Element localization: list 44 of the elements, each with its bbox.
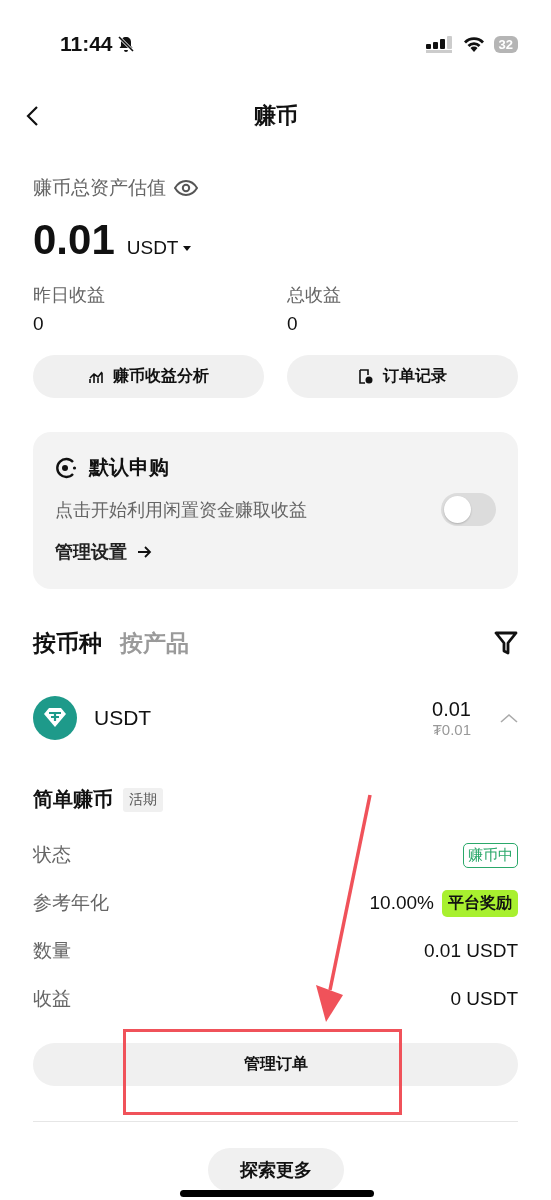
coin-name: USDT <box>94 706 152 730</box>
tab[interactable]: 按币种 <box>33 627 102 659</box>
row-label: 数量 <box>33 939 71 963</box>
stat-value: 0 <box>33 313 45 335</box>
stat-label: 总收益 <box>287 284 342 307</box>
page-title: 赚币 <box>253 102 298 130</box>
status-time: 11:44 <box>60 32 113 56</box>
bell-slash-icon <box>116 35 135 53</box>
eye-icon[interactable] <box>174 180 198 196</box>
row-label: 状态 <box>33 843 71 867</box>
coin-value: ₮0.01 <box>432 721 471 738</box>
toggle-switch[interactable] <box>441 493 496 526</box>
row-label: 收益 <box>33 987 71 1011</box>
card-title: 默认申购 <box>89 455 169 480</box>
signal-icon <box>425 35 452 53</box>
product-title: 简单赚币 <box>33 787 113 812</box>
arrow-icon <box>137 545 152 559</box>
row-value: 0 USDT <box>450 988 518 1010</box>
coin-logo-icon <box>33 696 77 740</box>
earnings-analysis-button[interactable]: 赚币收益分析 <box>33 355 264 398</box>
stat-label: 昨日收益 <box>33 284 106 307</box>
explore-more-button[interactable]: 探索更多 <box>207 1148 344 1192</box>
battery-indicator: 32 <box>493 35 518 53</box>
row-value: 10.00% <box>369 892 434 914</box>
manage-settings-link[interactable]: 管理设置 <box>55 540 152 564</box>
wifi-icon <box>461 35 486 53</box>
chart-icon <box>88 369 103 384</box>
target-icon <box>55 456 77 479</box>
asset-value: 0.01 <box>33 217 115 263</box>
filter-icon[interactable] <box>494 630 518 656</box>
caret-icon <box>183 245 192 251</box>
term-tag: 活期 <box>123 787 163 812</box>
order-records-button[interactable]: 订单记录 <box>287 355 518 398</box>
document-clock-icon <box>358 369 373 384</box>
status-badge: 赚币中 <box>463 842 518 868</box>
reward-badge: 平台奖励 <box>442 889 518 917</box>
manage-orders-button[interactable]: 管理订单 <box>33 1043 518 1086</box>
row-value: 0.01 USDT <box>424 940 518 962</box>
stat-value: 0 <box>287 313 299 335</box>
card-description: 点击开始利用闲置资金赚取收益 <box>55 498 307 522</box>
coin-amount: 0.01 <box>432 698 471 721</box>
currency-selector[interactable]: USDT <box>126 237 192 263</box>
row-label: 参考年化 <box>33 891 109 915</box>
asset-label: 赚币总资产估值 <box>33 176 166 200</box>
